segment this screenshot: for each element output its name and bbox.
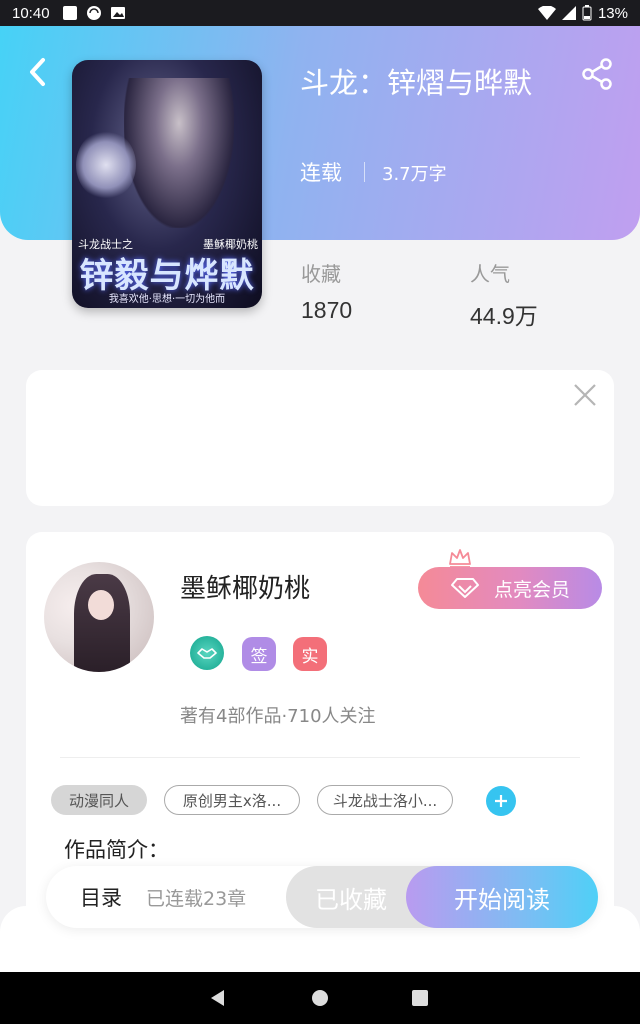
author-stats: 著有4部作品·710人关注: [180, 706, 376, 727]
verified-badge: 实: [293, 637, 327, 671]
collected-button-label: 已收藏: [315, 885, 387, 914]
author-name[interactable]: 墨稣椰奶桃: [180, 568, 310, 605]
battery-icon: [582, 5, 592, 21]
tag-item[interactable]: 斗龙战士洛小...: [317, 785, 453, 815]
tag-item[interactable]: 动漫同人: [51, 785, 147, 815]
cover-rose: [76, 130, 136, 200]
globe-icon: [86, 6, 101, 20]
add-tag-button[interactable]: [486, 786, 516, 816]
divider: [60, 757, 580, 758]
chapter-count: 已连载23章: [146, 888, 247, 910]
cover-character: [124, 78, 234, 228]
book-word-count: 3.7万字: [382, 164, 447, 185]
signal-icon: [561, 6, 576, 20]
toc-button[interactable]: 目录: [80, 882, 122, 912]
plus-icon: [495, 795, 507, 807]
image-icon: [110, 7, 125, 19]
nav-recents-icon[interactable]: [408, 986, 432, 1010]
share-icon[interactable]: [580, 56, 616, 92]
start-reading-button[interactable]: 开始阅读: [406, 866, 598, 928]
status-time: 10:40: [12, 4, 50, 22]
vip-button[interactable]: 点亮会员: [418, 567, 602, 609]
book-status: 连载: [300, 161, 342, 185]
vip-button-label: 点亮会员: [493, 578, 570, 601]
book-title: 斗龙：锌熠与晔默: [300, 66, 533, 100]
back-arrow-icon: [30, 58, 45, 86]
meta-divider: [364, 162, 365, 182]
wifi-icon: [537, 6, 556, 20]
popularity-label: 人气: [470, 262, 510, 286]
tag-item[interactable]: 原创男主x洛...: [164, 785, 300, 815]
nav-home-icon[interactable]: [308, 986, 332, 1010]
crown-icon: [449, 549, 471, 568]
back-button[interactable]: [22, 54, 52, 90]
author-avatar[interactable]: [44, 562, 154, 672]
notification-square-icon: [62, 6, 77, 20]
intro-title: 作品简介：: [64, 838, 169, 862]
close-icon[interactable]: [570, 380, 600, 410]
start-reading-label: 开始阅读: [454, 885, 550, 914]
book-cover[interactable]: 斗龙战士之 墨稣椰奶桃 锌毅与烨默 我喜欢他·思想·一切为他而: [72, 60, 262, 308]
diamond-icon: [450, 578, 479, 598]
nav-back-icon[interactable]: [206, 986, 230, 1010]
favorites-value: 1870: [301, 297, 353, 323]
signed-badge: 签: [242, 637, 276, 671]
handshake-badge-icon: [190, 636, 224, 670]
cover-tagline: 我喜欢他·思想·一切为他而: [108, 294, 226, 305]
popularity-value: 44.9万: [470, 303, 538, 329]
ad-card: [26, 370, 614, 506]
status-bar: 10:40 13%: [0, 0, 640, 26]
battery-percent: 13%: [597, 4, 628, 22]
favorites-label: 收藏: [301, 262, 341, 286]
